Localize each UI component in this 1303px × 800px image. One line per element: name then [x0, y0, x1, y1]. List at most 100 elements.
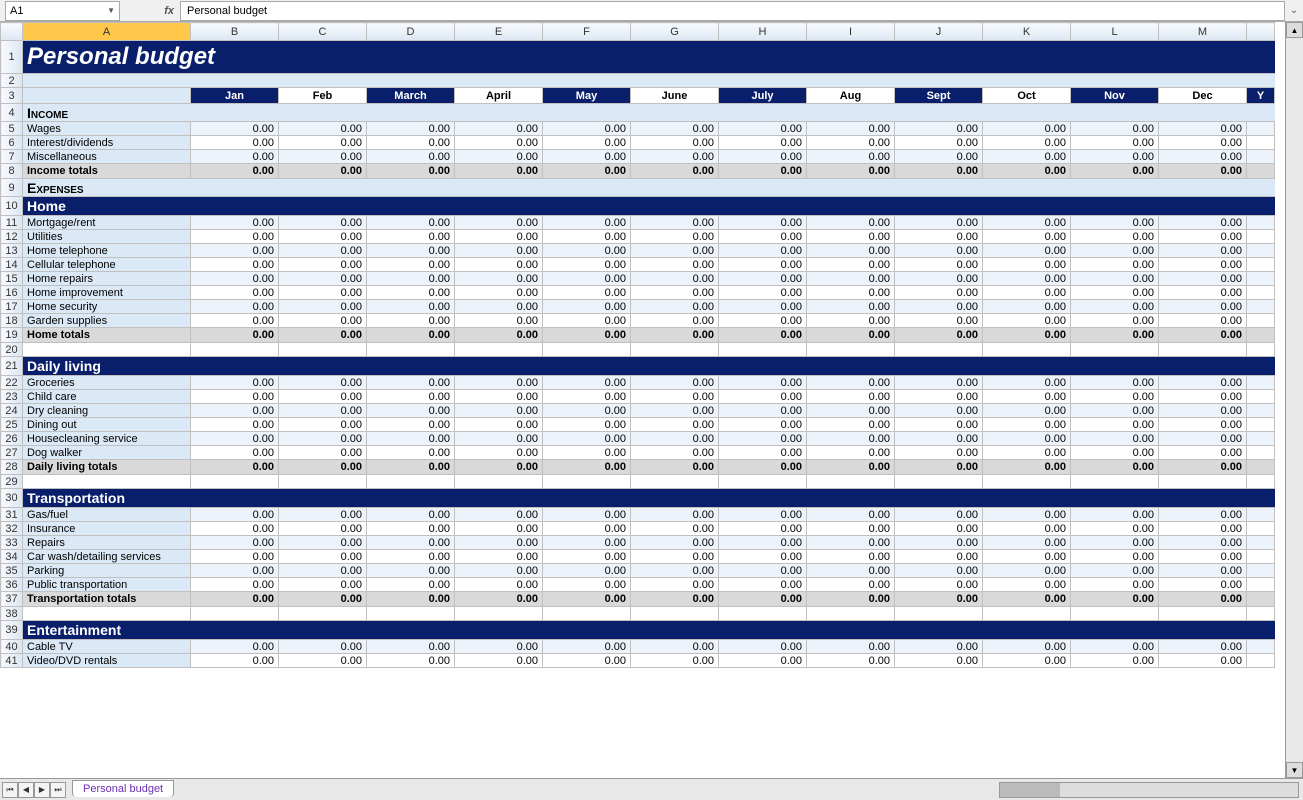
cell[interactable]: 0.00 [367, 460, 455, 475]
cell[interactable]: 0.00 [1159, 164, 1247, 179]
cell[interactable]: 0.00 [631, 446, 719, 460]
cell[interactable]: 0.00 [719, 550, 807, 564]
row-header[interactable]: 38 [1, 607, 23, 621]
cell[interactable]: 0.00 [895, 578, 983, 592]
cell[interactable]: 0.00 [367, 418, 455, 432]
cell[interactable]: 0.00 [367, 122, 455, 136]
cell[interactable]: 0.00 [543, 522, 631, 536]
cell[interactable]: 0.00 [631, 390, 719, 404]
cell[interactable]: 0.00 [719, 592, 807, 607]
cell[interactable] [1247, 328, 1275, 343]
cell[interactable] [455, 475, 543, 489]
cell[interactable] [983, 475, 1071, 489]
cell[interactable]: 0.00 [719, 390, 807, 404]
cell[interactable]: 0.00 [191, 164, 279, 179]
cell[interactable]: 0.00 [191, 300, 279, 314]
cell[interactable]: 0.00 [279, 376, 367, 390]
row-label[interactable]: Wages [23, 122, 191, 136]
cell[interactable]: 0.00 [719, 446, 807, 460]
row-header[interactable]: 31 [1, 508, 23, 522]
cell[interactable]: 0.00 [1159, 390, 1247, 404]
cell[interactable]: 0.00 [895, 272, 983, 286]
cell[interactable]: 0.00 [983, 300, 1071, 314]
row-label[interactable]: Cable TV [23, 640, 191, 654]
cell[interactable]: 0.00 [719, 164, 807, 179]
cell[interactable]: 0.00 [1071, 164, 1159, 179]
row-header[interactable]: 30 [1, 489, 23, 508]
cell[interactable]: 0.00 [455, 550, 543, 564]
cell[interactable]: 0.00 [631, 640, 719, 654]
cell[interactable]: 0.00 [279, 286, 367, 300]
month-header[interactable]: Y [1247, 88, 1275, 104]
month-header[interactable]: Dec [1159, 88, 1247, 104]
row-label[interactable]: Public transportation [23, 578, 191, 592]
cell[interactable]: 0.00 [1071, 390, 1159, 404]
cell[interactable]: 0.00 [279, 230, 367, 244]
cell[interactable]: 0.00 [1071, 446, 1159, 460]
cell[interactable]: 0.00 [895, 432, 983, 446]
cell[interactable]: 0.00 [1071, 578, 1159, 592]
cell[interactable]: 0.00 [719, 216, 807, 230]
cell[interactable]: 0.00 [455, 258, 543, 272]
cell[interactable] [543, 607, 631, 621]
cell[interactable] [367, 343, 455, 357]
cell[interactable]: 0.00 [191, 640, 279, 654]
cell[interactable]: 0.00 [543, 136, 631, 150]
cell[interactable] [1247, 244, 1275, 258]
cell[interactable]: 0.00 [895, 550, 983, 564]
cell[interactable]: 0.00 [895, 522, 983, 536]
cell[interactable] [1247, 122, 1275, 136]
cell[interactable]: 0.00 [631, 314, 719, 328]
cell[interactable]: 0.00 [1159, 508, 1247, 522]
cell[interactable]: 0.00 [455, 418, 543, 432]
fx-icon[interactable]: fx [164, 5, 174, 17]
cell[interactable]: 0.00 [1071, 432, 1159, 446]
row-header[interactable]: 39 [1, 621, 23, 640]
cell[interactable]: 0.00 [631, 150, 719, 164]
cell[interactable]: 0.00 [191, 328, 279, 343]
total-label[interactable]: Home totals [23, 328, 191, 343]
cell[interactable]: 0.00 [631, 258, 719, 272]
spreadsheet-grid[interactable]: ABCDEFGHIJKLM1Personal budget23JanFebMar… [0, 22, 1275, 668]
cell[interactable]: 0.00 [631, 522, 719, 536]
cell[interactable] [543, 475, 631, 489]
cell[interactable]: 0.00 [367, 286, 455, 300]
cell[interactable]: 0.00 [1071, 376, 1159, 390]
category-title[interactable]: Entertainment [23, 621, 1275, 640]
horizontal-scrollbar[interactable] [999, 782, 1299, 798]
cell[interactable]: 0.00 [719, 300, 807, 314]
cell[interactable]: 0.00 [895, 418, 983, 432]
cell[interactable]: 0.00 [631, 508, 719, 522]
cell[interactable] [1247, 536, 1275, 550]
cell[interactable] [191, 475, 279, 489]
cell[interactable]: 0.00 [1159, 432, 1247, 446]
cell[interactable]: 0.00 [279, 432, 367, 446]
cell[interactable] [191, 607, 279, 621]
cell[interactable] [279, 343, 367, 357]
row-label[interactable]: Dining out [23, 418, 191, 432]
cell[interactable]: 0.00 [983, 150, 1071, 164]
scroll-down-icon[interactable]: ▼ [1286, 762, 1303, 778]
cell[interactable]: 0.00 [367, 390, 455, 404]
cell[interactable] [279, 607, 367, 621]
row-header[interactable]: 10 [1, 197, 23, 216]
row-label[interactable]: Housecleaning service [23, 432, 191, 446]
cell[interactable]: 0.00 [191, 258, 279, 272]
row-header[interactable]: 32 [1, 522, 23, 536]
cell[interactable]: 0.00 [983, 522, 1071, 536]
cell[interactable]: 0.00 [367, 376, 455, 390]
cell[interactable]: 0.00 [191, 522, 279, 536]
cell[interactable]: 0.00 [983, 592, 1071, 607]
cell[interactable]: 0.00 [191, 376, 279, 390]
cell[interactable]: 0.00 [807, 654, 895, 668]
column-header[interactable]: K [983, 23, 1071, 41]
cell[interactable]: 0.00 [455, 390, 543, 404]
cell[interactable]: 0.00 [191, 314, 279, 328]
cell[interactable]: 0.00 [455, 216, 543, 230]
cell[interactable] [1247, 230, 1275, 244]
cell[interactable]: 0.00 [543, 640, 631, 654]
row-label[interactable]: Home security [23, 300, 191, 314]
cell[interactable]: 0.00 [1159, 136, 1247, 150]
cell[interactable]: 0.00 [191, 150, 279, 164]
cell[interactable]: 0.00 [455, 272, 543, 286]
